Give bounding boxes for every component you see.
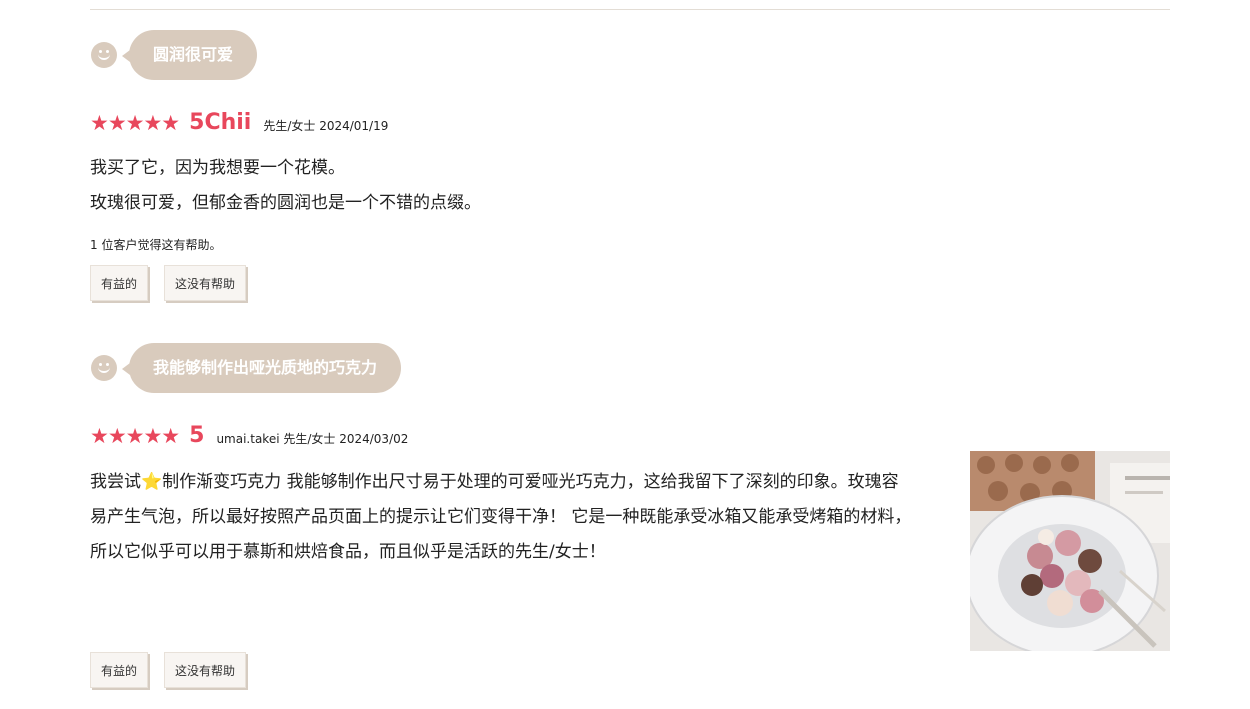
not-helpful-button[interactable]: 这没有帮助 [164, 265, 247, 301]
helpful-count: 1 位客户觉得这有帮助。 [90, 238, 222, 252]
star-rating-icon: ★★★★★ [90, 111, 180, 135]
review-title: 圆润很可爱 [121, 30, 258, 80]
reviewer-name: 5 [189, 423, 205, 448]
review-title-row: 我能够制作出哑光质地的巧克力 [91, 343, 402, 393]
review-meta-row: ★★★★★ 5Chii 先生/女士 2024/01/19 [90, 110, 389, 136]
smiley-icon [91, 42, 117, 68]
review-body-line: 我买了它，因为我想要一个花模。 [90, 158, 345, 178]
helpful-button[interactable]: 有益的 [90, 265, 149, 301]
not-helpful-button[interactable]: 这没有帮助 [164, 652, 247, 688]
review-body-line: 易产生气泡，所以最好按照产品页面上的提示让它们变得干净！ 它是一种既能承受冰箱又… [90, 507, 912, 527]
review-meta: umai.takei 先生/女士 2024/03/02 [216, 432, 409, 446]
review-body-line: 玫瑰很可爱，但郁金香的圆润也是一个不错的点缀。 [90, 193, 481, 213]
star-rating-icon: ★★★★★ [90, 424, 180, 448]
review-title: 我能够制作出哑光质地的巧克力 [121, 343, 402, 393]
chocolate-plate-image [970, 451, 1170, 651]
review-photo[interactable] [970, 451, 1170, 651]
review-body-line: 我尝试⭐制作渐变巧克力 我能够制作出尺寸易于处理的可爱哑光巧克力，这给我留下了深… [90, 472, 899, 492]
reviewer-name: 5Chii [189, 110, 252, 135]
top-divider [90, 9, 1170, 10]
review-body: 我买了它，因为我想要一个花模。 玫瑰很可爱，但郁金香的圆润也是一个不错的点缀。 [90, 151, 481, 221]
review-title-row: 圆润很可爱 [91, 30, 258, 80]
helpful-button[interactable]: 有益的 [90, 652, 149, 688]
review-meta-row: ★★★★★ 5 umai.takei 先生/女士 2024/03/02 [90, 423, 409, 449]
review-meta: 先生/女士 2024/01/19 [263, 119, 389, 133]
review-body: 我尝试⭐制作渐变巧克力 我能够制作出尺寸易于处理的可爱哑光巧克力，这给我留下了深… [90, 465, 950, 570]
review-body-line: 所以它似乎可以用于慕斯和烘焙食品，而且似乎是活跃的先生/女士！ [90, 542, 606, 562]
smiley-icon [91, 355, 117, 381]
